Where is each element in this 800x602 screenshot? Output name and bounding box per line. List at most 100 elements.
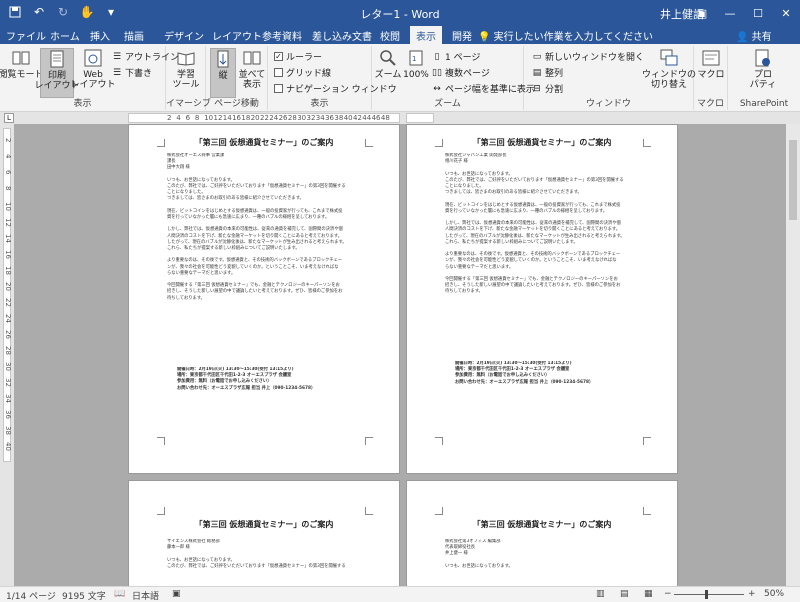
zoom-level[interactable]: 50%	[764, 589, 784, 599]
views-group-label: 表示	[73, 99, 92, 109]
zoom-slider[interactable]	[674, 594, 744, 595]
ruler-number: 30	[4, 362, 12, 371]
ruler-number: 38	[334, 114, 344, 122]
close-icon[interactable]: ✕	[772, 0, 800, 26]
tab-review[interactable]: 校閲	[380, 28, 400, 43]
print-layout-view-icon[interactable]: ▤	[620, 589, 629, 599]
tab-draw[interactable]: 描画	[124, 28, 144, 43]
page-3[interactable]: 「第三回 仮想通貨セミナー」のご案内 サイエンス株式会社 総務部 藤本一郎 様 い…	[128, 480, 400, 586]
ruler-number: 4	[176, 114, 181, 122]
minimize-icon[interactable]: —	[716, 0, 744, 26]
learning-tools-icon	[176, 48, 196, 68]
tell-me-box[interactable]: 💡 実行したい作業を入力してください	[478, 28, 653, 43]
page-2[interactable]: 「第三回 仮想通貨セミナー」のご案内 株式会社ジャパン工業 開発部長 相川花子 様…	[406, 124, 678, 474]
title-bar: ↶ ↻ ✋ ▾ レター1 - Word 井上健語 ▣ — ☐ ✕	[0, 0, 800, 26]
share-button[interactable]: 👤 共有	[736, 28, 772, 43]
page-1[interactable]: 「第三回 仮想通貨セミナー」のご案内 株式会社オーエス商事 営業課 課長 田中大翔 …	[128, 124, 400, 474]
switch-windows-icon	[659, 48, 679, 68]
ruler-number: 32	[4, 378, 12, 387]
tab-file[interactable]: ファイル	[6, 28, 46, 43]
ribbon-tabs: ファイル ホーム 挿入 描画 デザイン レイアウト 参考資料 差し込み文書 校閲…	[0, 26, 800, 44]
zoom-slider-thumb[interactable]	[705, 590, 708, 599]
ruler-number: 24	[269, 114, 279, 122]
split-button[interactable]: ⊟ 分割	[532, 82, 563, 96]
zoom-in-icon[interactable]: +	[748, 589, 756, 599]
ruler-number: 46	[371, 114, 381, 122]
macros-button[interactable]: マクロ	[697, 48, 725, 80]
macro-record-icon[interactable]: ▣	[172, 589, 181, 599]
zoom-group-label: ズーム	[434, 99, 461, 109]
zoom-group: ズーム 1 100% ▯ 1 ページ ▯▯ 複数ページ ↔ ページ幅を基準に表示 ズー…	[372, 46, 535, 110]
zoom-button[interactable]: ズーム	[374, 48, 402, 80]
ribbon-display-options-icon[interactable]: ▣	[688, 0, 716, 26]
read-mode-button[interactable]: 閲覧モード	[0, 48, 44, 80]
multiple-pages-icon: ▯▯	[432, 67, 442, 78]
tab-view[interactable]: 表示	[410, 26, 442, 44]
tab-design[interactable]: デザイン	[164, 28, 204, 43]
language[interactable]: 日本語	[132, 589, 159, 602]
ruler-number: 8	[194, 114, 200, 122]
ruler-number: 2	[167, 114, 172, 122]
tab-selector-icon[interactable]: L	[4, 113, 14, 123]
zoom-100-button[interactable]: 1 100%	[402, 48, 430, 80]
zoom-out-icon[interactable]: −	[664, 589, 672, 599]
learning-tools-button[interactable]: 学習 ツール	[169, 48, 203, 90]
letter-body: サイエンス株式会社 総務部 藤本一郎 様 いつも、お世話になっております。 このたび…	[167, 539, 367, 570]
ruler-checkbox[interactable]: ✓ ルーラー	[274, 50, 322, 63]
one-page-icon: ▯	[434, 51, 440, 62]
side-by-side-button[interactable]: 並べて 表示	[238, 48, 266, 90]
ruler-number: 16	[4, 250, 12, 259]
page-width-button[interactable]: ↔ ページ幅を基準に表示	[432, 82, 535, 96]
macros-group-label: マクロ	[696, 99, 724, 109]
switch-windows-button[interactable]: ウィンドウの 切り替え	[642, 48, 696, 90]
vertical-ruler[interactable]: 2 4 6 8 10 12 14 16 18 20 22 24 26 28 30 32 34 36 38 40	[0, 124, 14, 586]
document-workspace[interactable]: 「第三回 仮想通貨セミナー」のご案内 株式会社オーエス商事 営業課 課長 田中大翔 …	[14, 124, 786, 586]
one-page-label: 1 ページ	[445, 53, 481, 63]
tab-mailings[interactable]: 差し込み文書	[312, 28, 372, 43]
horizontal-ruler[interactable]: 2 4 6 8 10 12 14 16 18 20 22 24 26 28 30 32 34 36 38 40 42 44…	[128, 113, 400, 123]
tab-insert[interactable]: 挿入	[90, 28, 110, 43]
new-window-button[interactable]: ▭ 新しいウィンドウを開く	[532, 50, 644, 64]
arrange-icon: ▤	[532, 67, 542, 78]
ruler-number: 8	[4, 186, 12, 191]
ruler-check-icon: ✓	[274, 52, 283, 61]
zoom-label: ズーム	[374, 70, 402, 80]
tab-layout[interactable]: レイアウト	[212, 28, 262, 43]
draft-button[interactable]: ☰ 下書き	[112, 66, 152, 80]
page-movement-group-label: ページ移動	[214, 99, 259, 109]
read-mode-view-icon[interactable]: ▥	[596, 589, 605, 599]
multiple-pages-button[interactable]: ▯▯ 複数ページ	[432, 66, 490, 80]
letter-details: 開催日時：2月19日(火) 13:30～15:30(受付 13:15より) 場所：…	[455, 361, 635, 386]
page-width-label: ページ幅を基準に表示	[445, 85, 535, 95]
maximize-icon[interactable]: ☐	[744, 0, 772, 26]
print-layout-button[interactable]: 印刷 レイアウト	[35, 48, 80, 98]
tab-home[interactable]: ホーム	[50, 28, 80, 43]
tab-references[interactable]: 参考資料	[262, 28, 302, 43]
tab-developer[interactable]: 開発	[452, 28, 472, 43]
page-width-icon: ↔	[433, 83, 441, 94]
crop-mark	[435, 507, 443, 515]
immersive-group: 学習 ツール イマーシブ	[166, 46, 211, 110]
vertical-scrollbar[interactable]	[786, 124, 800, 586]
page-4[interactable]: 「第三回 仮想通貨セミナー」のご案内 株式会社第3オフィス 編集部 代表取締役社長…	[406, 480, 678, 586]
tell-me-text: 実行したい作業を入力してください	[493, 32, 654, 43]
ruler-number: 12	[4, 218, 12, 227]
horizontal-ruler-right	[406, 113, 434, 123]
letter-line: より重要なのは、その後です。仮想通貨と、その技術的バックボーンであるブロックチェ…	[167, 258, 343, 264]
gridlines-checkbox[interactable]: グリッド線	[274, 66, 331, 79]
vertical-button[interactable]: 縦	[210, 48, 236, 98]
ruler-number: 10	[4, 202, 12, 211]
scrollbar-thumb[interactable]	[789, 140, 797, 220]
nav-pane-check-icon	[274, 84, 283, 93]
web-layout-view-icon[interactable]: ▦	[644, 589, 653, 599]
web-layout-button[interactable]: Web レイアウト	[71, 48, 116, 90]
one-page-button[interactable]: ▯ 1 ページ	[432, 50, 481, 64]
ruler-number: 6	[185, 114, 191, 122]
learning-tools-label: 学習 ツール	[172, 70, 200, 90]
letter-title: 「第三回 仮想通貨セミナー」のご案内	[194, 137, 334, 147]
properties-button[interactable]: プロ パティ	[746, 48, 780, 90]
word-count[interactable]: 9195 文字	[62, 589, 106, 602]
proofing-icon[interactable]: 📖	[114, 589, 125, 599]
page-count[interactable]: 1/14 ページ	[6, 589, 56, 602]
arrange-all-button[interactable]: ▤ 整列	[532, 66, 563, 80]
